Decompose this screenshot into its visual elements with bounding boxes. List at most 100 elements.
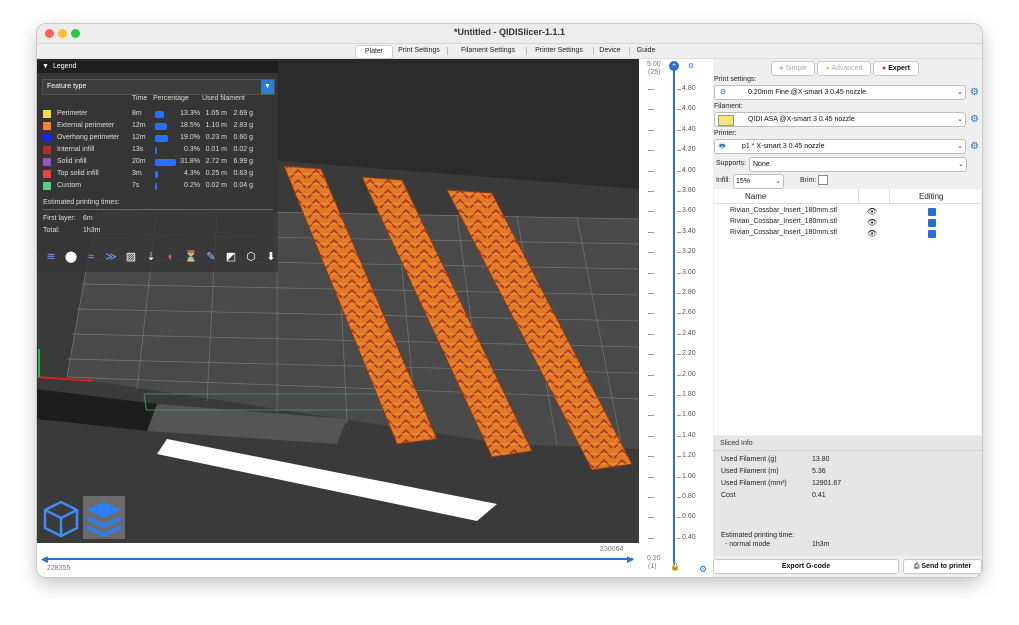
tab-print-settings[interactable]: Print Settings (395, 45, 443, 57)
edit-object-icon[interactable] (928, 208, 936, 216)
layer-tick (677, 333, 681, 335)
v-slider-upper-thumb[interactable]: + (669, 61, 679, 71)
edit-object-icon[interactable] (928, 219, 936, 227)
infill-combo[interactable]: 15% ⌄ (733, 174, 784, 189)
filament-color-swatch (718, 115, 734, 126)
layer-height-label: 4.40 (682, 125, 696, 133)
legend-weight: 0.60 g (233, 134, 253, 141)
layer-height-label: 2.40 (682, 329, 696, 337)
eye-icon[interactable]: 👁 (867, 218, 877, 227)
lock-icon[interactable]: 🔒 (670, 562, 680, 571)
print-settings-edit-icon[interactable]: ⚙ (969, 87, 980, 98)
legend-row[interactable]: Perimeter 8m 13.3% 1.05 m 2.69 g (43, 109, 273, 119)
layer-height-label: 2.80 (682, 289, 696, 296)
legend-row[interactable]: Solid infill 20m 31.8% 2.72 m 6.99 g (43, 157, 273, 167)
layer-tick (677, 435, 681, 437)
printer-edit-icon[interactable]: ⚙ (969, 141, 980, 152)
horizontal-move-slider[interactable]: ◀ ▶ 230064 228355 (37, 543, 639, 577)
pause-prints-icon[interactable]: ⏳ (183, 249, 199, 265)
view-type-select[interactable]: Feature type ▼ (42, 79, 275, 95)
retractions-icon[interactable]: ≈ (83, 249, 99, 265)
h-slider-left-thumb[interactable]: ◀ (41, 554, 48, 565)
title-bar: *Untitled - QIDISlicer-1.1.1 (37, 24, 982, 44)
tab-printer-settings[interactable]: Printer Settings (529, 45, 589, 57)
settings-gear-icon[interactable]: ⚙ (699, 564, 707, 575)
legend-title: Legend (53, 63, 77, 70)
layer-height-label: 4.00 (682, 166, 696, 174)
tool-changes-icon[interactable]: ⇣ (143, 249, 159, 265)
h-slider-right-thumb[interactable]: ▶ (627, 554, 634, 565)
mode-advanced-button[interactable]: ● Advanced (817, 61, 871, 76)
preview-3d-canvas[interactable]: ▼ Legend Feature type ▼ Time Percentage U… (37, 59, 639, 543)
layer-height-label: 2.20 (682, 350, 696, 358)
layer-height-label: 3.40 (682, 227, 696, 235)
legend-percent-bar (155, 171, 158, 178)
printer-value: p1 * X-smart 3 0.45 nozzle (742, 143, 825, 150)
3d-view-button[interactable] (42, 499, 80, 538)
layer-tick (648, 395, 654, 396)
layer-tick (648, 313, 654, 315)
shells-icon[interactable]: ⬡ (243, 249, 259, 265)
tab-device[interactable]: Device (595, 45, 625, 57)
deretractions-icon[interactable]: ≫ (103, 249, 119, 265)
view-type-value: Feature type (47, 83, 87, 90)
legend-weight: 0.04 g (233, 182, 253, 189)
tool-marker-icon[interactable]: ⬇ (263, 249, 279, 265)
center-of-gravity-icon[interactable]: ◩ (223, 249, 239, 265)
filament-edit-icon[interactable]: ⚙ (969, 114, 980, 125)
legend-weight: 0.63 g (233, 170, 253, 177)
export-gcode-button[interactable]: Export G-code (713, 559, 899, 574)
col-percentage: Percentage (153, 95, 189, 102)
tab-guide[interactable]: Guide (631, 45, 661, 57)
printer-combo[interactable]: 🖶 p1 * X-smart 3 0.45 nozzle ⌄ (714, 139, 966, 154)
brim-checkbox[interactable] (818, 175, 828, 185)
layer-tick (677, 211, 681, 213)
cog-icon[interactable]: ⚙ (688, 62, 694, 70)
tab-plater[interactable]: Plater (355, 45, 393, 59)
filament-combo[interactable]: QIDI ASA @X-smart 3 0.45 nozzle ⌄ (714, 112, 966, 127)
legend-row[interactable]: Top solid infill 3m 4.3% 0.25 m 0.63 g (43, 169, 273, 179)
v-slider-top-layer: (25) (648, 69, 661, 76)
legend-percent: 31.8% (180, 158, 200, 165)
mode-simple-button[interactable]: ● Simple (771, 61, 815, 76)
legend-time: 13s (132, 146, 144, 153)
legend-row[interactable]: Overhang perimeter 12m 19.0% 0.23 m 0.60 g (43, 133, 273, 143)
vertical-layer-slider[interactable]: 5.00 (25) + ⚙ 4.80 4.60 4.40 4.20 4.00 3.80 3.… (639, 59, 713, 577)
sliced-info-value: 0.41 (812, 492, 826, 499)
supports-combo[interactable]: None ⌄ (749, 157, 967, 172)
tab-filament-settings[interactable]: Filament Settings (453, 45, 523, 57)
eye-icon[interactable]: 👁 (867, 229, 877, 238)
layer-tick (648, 537, 654, 539)
mode-expert-button[interactable]: ● Expert (873, 61, 919, 76)
legend-color-swatch (43, 110, 51, 118)
legend-row[interactable]: External perimeter 12m 18.5% 1.10 m 2.83 g (43, 121, 273, 131)
layer-tick (648, 476, 654, 478)
wipe-icon[interactable]: ⬤ (63, 249, 79, 265)
legend-percent-bar (155, 183, 157, 190)
preview-view-button[interactable] (83, 496, 125, 539)
legend-divider (43, 209, 273, 210)
legend-percent-bar (155, 159, 176, 166)
seams-icon[interactable]: ▨ (123, 249, 139, 265)
color-changes-icon[interactable]: ◐ (163, 249, 179, 265)
layer-height-label: 3.00 (682, 268, 696, 276)
send-to-printer-button[interactable]: ⎙ Send to printer (903, 559, 982, 574)
object-row[interactable]: Rivian_Cossbar_Insert_180mm.stl 👁 (714, 229, 981, 240)
sliced-info-label: Used Filament (mm³) (721, 480, 787, 487)
legend-row[interactable]: Custom 7s 0.2% 0.02 m 0.04 g (43, 181, 273, 191)
custom-gcodes-icon[interactable]: ✎ (203, 249, 219, 265)
travel-icon[interactable]: ≋ (43, 249, 59, 265)
object-row[interactable]: Rivian_Cossbar_Insert_180mm.stl 👁 (714, 207, 981, 218)
est-times-title: Estimated printing times: (43, 199, 120, 206)
object-row[interactable]: Rivian_Cossbar_Insert_180mm.stl 👁 (714, 218, 981, 229)
legend-time: 3m (132, 170, 142, 177)
eye-icon[interactable]: 👁 (867, 207, 877, 216)
legend-header[interactable]: ▼ Legend (37, 61, 278, 73)
print-settings-combo[interactable]: ⚙ 0.20mm Fine @X-smart 3 0.45 nozzle ⌄ (714, 85, 966, 100)
v-slider-top-value: 5.00 (647, 61, 661, 68)
legend-color-swatch (43, 134, 51, 142)
legend-feature-name: Internal infill (57, 146, 95, 153)
upload-icon: ⎙ (913, 563, 920, 570)
legend-row[interactable]: Internal infill 13s 0.3% 0.01 m 0.02 g (43, 145, 273, 155)
edit-object-icon[interactable] (928, 230, 936, 238)
